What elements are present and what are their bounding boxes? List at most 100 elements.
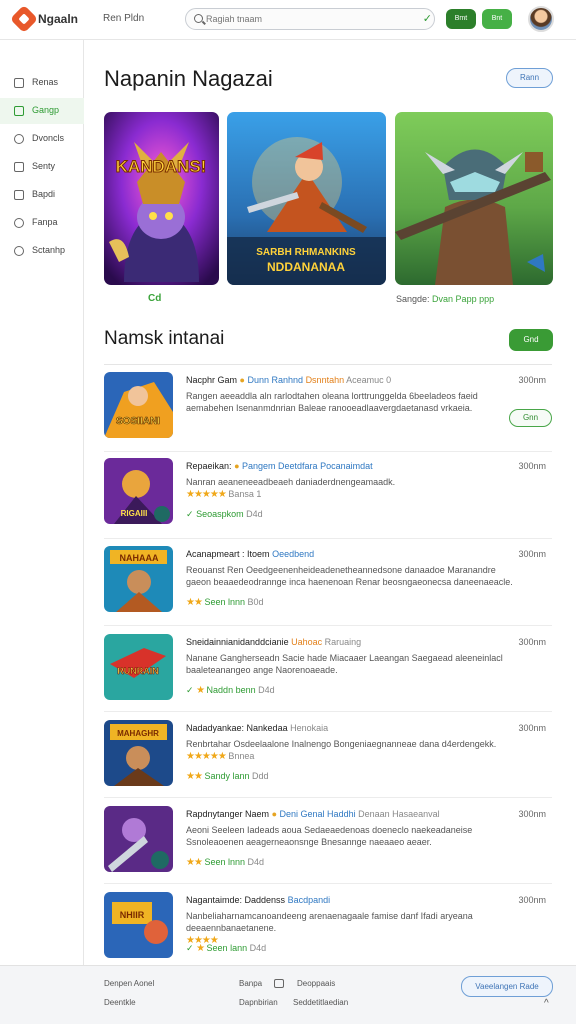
sidebar-item-sctanhp[interactable]: Sctanhp [0, 238, 84, 264]
list-item[interactable]: NAHAAA Acanapmeart : Itoem Oeedbend 300n… [104, 546, 552, 630]
list-icon [14, 162, 24, 172]
item-tag-secondary[interactable]: Pocanaimdat [320, 461, 373, 471]
item-tag-secondary: Raruaing [324, 637, 362, 647]
featured-action-button[interactable]: Rann [506, 68, 553, 88]
item-desc-text: Nanran aeaneneeadbeaeh daniaderdnengeama… [186, 477, 396, 487]
list-item[interactable]: Rapdnytanger Naem ● Deni Genal Haddhi De… [104, 806, 552, 890]
sidebar-item-label: Senty [32, 161, 56, 171]
featured-label-left: Cd [148, 293, 162, 304]
game-thumbnail: MAHAGHR [104, 720, 173, 786]
item-time: 300nm [518, 461, 546, 471]
footer-link[interactable]: Banpa [239, 979, 262, 988]
footer-link[interactable]: Dapnbirian [239, 998, 278, 1007]
item-title: Acanapmeart : Itoem [186, 549, 270, 559]
divider [104, 883, 552, 884]
list-item[interactable]: NHIIR Nagantaimde: Daddenss Bacdpandi 30… [104, 892, 552, 976]
item-tag[interactable]: Uahoac [291, 637, 322, 647]
item-time: 300nm [518, 375, 546, 385]
brand-logo-icon[interactable] [9, 4, 39, 34]
list-title: Namsk intanai [104, 328, 225, 349]
game-thumbnail: SOSIIANI [104, 372, 173, 438]
list-header-button[interactable]: Gnd [509, 329, 553, 351]
item-meta: ✓ ★ Seen lann D4d [186, 943, 267, 954]
meta-check-icon: ✓ [186, 509, 194, 519]
item-tag[interactable]: Dunn Ranhnd [248, 375, 304, 385]
thumb-art: SOSIIANI [104, 372, 173, 438]
game-art-2: SARBH RHMANKINS NDDANANAA [227, 112, 386, 285]
item-name: Sneidainnianidanddcianie Uahoac Raruaing [186, 637, 361, 647]
item-tag-secondary: Dsnntahn [305, 375, 345, 385]
sidebar-item-label: Sctanhp [32, 245, 66, 255]
item-description: Reouanst Ren Oeedgeenenheideadenetheanne… [186, 565, 513, 587]
sidebar-item-fanpa[interactable]: Fanpa [0, 210, 84, 236]
meta-label[interactable]: Seen lnnn [204, 597, 245, 607]
footer-link[interactable]: Deoppaais [297, 979, 335, 988]
item-meta: ★★ Sandy lann Ddd [186, 771, 269, 782]
list-item[interactable]: RIGAIII Repaeikan: ● Pangem Deetdfara Po… [104, 458, 552, 542]
footer-link[interactable]: Deentkle [104, 998, 136, 1007]
rating-stars: ★★ [186, 597, 203, 608]
item-title: Repaeikan: [186, 461, 232, 471]
item-tag[interactable]: Deni Genal Haddhi [280, 809, 356, 819]
featured-game-tile-1[interactable]: KANDANS! [104, 112, 219, 285]
sidebar-item-bapdi[interactable]: Bapdi [0, 182, 84, 208]
search-input[interactable] [206, 12, 406, 26]
thumb-text: NHIIR [120, 910, 145, 920]
meta-label[interactable]: Seen lann [207, 943, 248, 953]
item-description: Renbrtahar Osdeelaalone Inalnengo Bongen… [186, 738, 516, 763]
game-thumbnail: RIGAIII [104, 458, 173, 524]
chevron-up-icon[interactable]: ^ [544, 998, 549, 1009]
featured-game-tile-2[interactable]: SARBH RHMANKINS NDDANANAA [227, 112, 386, 285]
top-nav-link[interactable]: Ren Pldn [103, 13, 144, 24]
thumb-art [104, 806, 173, 872]
list-item[interactable]: SOSIIANI Nacphr Gam ● Dunn Ranhnd Dsnnta… [104, 372, 552, 456]
item-tag-secondary: Denaan Hasaeanval [358, 809, 440, 819]
item-meta: ★★ Seen lnnn B0d [186, 597, 264, 608]
sidebar-item-renas[interactable]: Renas [0, 70, 84, 96]
brand-name[interactable]: Ngaaln [38, 12, 78, 26]
divider [104, 451, 552, 452]
tile-art-subtext: NDDANANAA [267, 260, 345, 274]
footer-link[interactable]: Seddetitlaedian [293, 998, 348, 1007]
meta-label[interactable]: Sandy lann [204, 771, 249, 781]
item-time: 300nm [518, 549, 546, 559]
thumb-art: RIGAIII [104, 458, 173, 524]
divider [104, 538, 552, 539]
footer-button[interactable]: Vaeelangen Rade [461, 976, 553, 997]
search-bar[interactable]: ✓ [185, 8, 435, 30]
game-icon [14, 106, 24, 116]
game-art-3 [395, 112, 553, 285]
item-desc-text: Renbrtahar Osdeelaalone Inalnengo Bongen… [186, 739, 497, 749]
list-item[interactable]: MAHAGHR Nadadyankae: Nankedaa Henokaia 3… [104, 720, 552, 804]
header-primary-button[interactable]: Bmt [446, 9, 476, 29]
chat-icon [14, 134, 24, 144]
item-extra: Aceamuc 0 [346, 375, 392, 385]
featured-label-right-prefix: Sangde: [396, 294, 430, 304]
sidebar-item-gangp[interactable]: Gangp [0, 98, 84, 124]
thumb-art: RUNRAIN [104, 634, 173, 700]
list-item[interactable]: RUNRAIN Sneidainnianidanddcianie Uahoac … [104, 634, 552, 718]
game-art-1: KANDANS! [104, 112, 219, 285]
item-tag[interactable]: Oeedbend [272, 549, 314, 559]
tile-art-text: SARBH RHMANKINS [256, 247, 356, 258]
divider [104, 625, 552, 626]
sidebar-item-senty[interactable]: Senty [0, 154, 84, 180]
item-tag[interactable]: Bacdpandi [288, 895, 331, 905]
item-tag[interactable]: Pangem Deetdfara [242, 461, 318, 471]
header-secondary-button[interactable]: Bnt [482, 9, 512, 29]
rating-stars: ★★★★★ [186, 489, 227, 500]
item-name: Acanapmeart : Itoem Oeedbend [186, 549, 314, 559]
user-avatar[interactable] [528, 6, 554, 32]
item-action-button[interactable]: Gnn [509, 409, 552, 427]
meta-label[interactable]: Naddn benn [207, 685, 256, 695]
footer-link[interactable]: Denpen Aonel [104, 979, 154, 988]
sidebar-item-label: Dvoncls [32, 133, 65, 143]
featured-game-tile-3[interactable] [395, 112, 553, 285]
meta-label[interactable]: Seoaspkom [196, 509, 244, 519]
sidebar-item-dvoncls[interactable]: Dvoncls [0, 126, 84, 152]
meta-label[interactable]: Seen lnnn [204, 857, 245, 867]
top-bar: Ngaaln Ren Pldn ✓ Bmt Bnt [0, 0, 576, 40]
meta-small: D4d [246, 509, 263, 519]
item-title: Nadadyankae: Nankedaa [186, 723, 288, 733]
featured-label-right-highlight[interactable]: Dvan Papp ppp [432, 294, 494, 304]
